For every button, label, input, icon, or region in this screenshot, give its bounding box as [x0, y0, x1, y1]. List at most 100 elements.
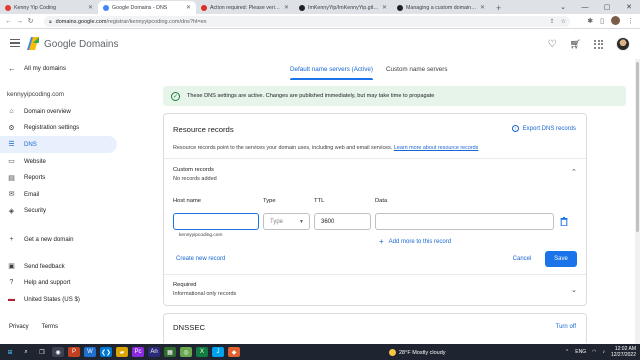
type-select[interactable]: Type ▼	[263, 213, 310, 230]
youtube-favicon-icon	[5, 4, 11, 11]
powerpoint-app-icon[interactable]: P	[68, 347, 80, 357]
delete-trash-icon[interactable]	[560, 217, 568, 226]
clock-date: 12/27/2022	[610, 352, 636, 358]
tab-default-name-servers[interactable]: Default name servers (Active)	[290, 59, 373, 80]
sidebar-item-reports[interactable]: ▤ Reports	[0, 169, 117, 186]
browser-tab[interactable]: Action required: Please verify yo... ✕	[196, 1, 294, 14]
get-new-domain-link[interactable]: + Get a new domain	[0, 231, 117, 248]
extensions-icon[interactable]: ✱	[587, 17, 593, 25]
close-tab-icon[interactable]: ✕	[480, 4, 485, 11]
vscode-app-icon[interactable]: ❮❯	[100, 347, 112, 357]
send-feedback-link[interactable]: ▣ Send feedback	[0, 258, 117, 275]
minecraft-app-icon[interactable]: ▦	[164, 347, 176, 357]
favorites-heart-icon[interactable]: ♡	[548, 39, 557, 50]
chevron-up-icon[interactable]: ⌃	[571, 168, 577, 176]
all-domains-link[interactable]: ← All my domains	[8, 64, 66, 73]
browser-tab[interactable]: ImKennyYip/ImKennyYip.github... ✕	[294, 1, 392, 14]
domain-name: kennyyipcoding.com	[7, 91, 65, 98]
sidebar-item-domain-overview[interactable]: ⌂ Domain overview	[0, 103, 117, 120]
lock-icon[interactable]: 🔒︎	[49, 19, 52, 25]
chevron-down-icon[interactable]: ⌄	[571, 286, 577, 294]
sidebar-item-email[interactable]: ✉ Email	[0, 186, 117, 203]
browser-tab-active[interactable]: Google Domains - DNS ✕	[98, 1, 196, 14]
terms-link[interactable]: Terms	[42, 324, 58, 330]
chevron-up-icon[interactable]: ⌃	[565, 349, 569, 355]
divider	[164, 158, 586, 159]
hamburger-menu-icon[interactable]	[10, 39, 20, 47]
help-icon: ?	[9, 279, 14, 287]
cancel-button[interactable]: Cancel	[503, 251, 541, 267]
us-flag-icon: ▬	[8, 295, 15, 303]
address-bar[interactable]: 🔒︎ domains.google.com/registrar/kennyyip…	[44, 16, 570, 27]
card-description: Resource records point to the services y…	[173, 145, 478, 151]
new-tab-button[interactable]: +	[490, 1, 507, 14]
profile-avatar[interactable]	[611, 16, 620, 25]
sidebar-footer: Privacy Terms	[9, 324, 58, 330]
more-menu-icon[interactable]: ⋮	[627, 17, 634, 25]
github-favicon-icon	[397, 4, 403, 11]
account-avatar[interactable]	[616, 37, 630, 51]
tab-custom-name-servers[interactable]: Custom name servers	[386, 59, 448, 80]
file-explorer-icon[interactable]: ▰	[116, 347, 128, 357]
tab-title: Action required: Please verify yo...	[210, 4, 281, 11]
learn-more-link[interactable]: Learn more about resource records	[394, 145, 479, 151]
brand-name[interactable]: Google Domains	[44, 39, 119, 50]
sidebar-item-registration-settings[interactable]: ⚙ Registration settings	[0, 120, 117, 137]
add-more-to-record-button[interactable]: + Add more to this record	[379, 237, 451, 246]
close-tab-icon[interactable]: ✕	[186, 4, 191, 11]
country-selector[interactable]: ▬ United States (US $)	[0, 291, 117, 308]
close-tab-icon[interactable]: ✕	[382, 4, 387, 11]
check-circle-icon: ✓	[171, 91, 180, 101]
browser-tab[interactable]: Managing a custom domain for ... ✕	[392, 1, 490, 14]
create-new-record-button[interactable]: Create new record	[176, 256, 225, 262]
java-app-icon[interactable]: J	[212, 347, 224, 357]
host-name-input[interactable]	[173, 213, 259, 230]
browser-tab[interactable]: Kenny Yip Coding ✕	[0, 1, 98, 14]
privacy-link[interactable]: Privacy	[9, 324, 29, 330]
language-indicator[interactable]: ENG	[575, 349, 586, 355]
save-button[interactable]: Save	[545, 251, 577, 267]
sidebar-item-dns[interactable]: ☰ DNS	[0, 136, 117, 153]
search-icon[interactable]: ⌕	[20, 347, 32, 357]
chevron-down-icon[interactable]: ⌄	[552, 0, 574, 14]
git-app-icon[interactable]: ◆	[228, 347, 240, 357]
sidebar-item-label: Website	[24, 157, 46, 165]
close-window-icon[interactable]: ✕	[618, 0, 640, 14]
volume-icon[interactable]: ♪	[602, 349, 605, 355]
export-dns-records-button[interactable]: ↑ Export DNS records	[511, 125, 576, 132]
android-studio-icon[interactable]: ◎	[180, 347, 192, 357]
excel-app-icon[interactable]: X	[196, 347, 208, 357]
back-icon[interactable]: ←	[3, 18, 14, 25]
cart-icon[interactable]: 🛒︎	[570, 39, 581, 50]
ttl-input[interactable]: 3600	[314, 213, 371, 230]
pycharm-app-icon[interactable]: Pc	[132, 347, 144, 357]
close-tab-icon[interactable]: ✕	[88, 4, 93, 11]
windows-start-icon[interactable]: ⊞	[4, 347, 16, 357]
minimize-icon[interactable]: —	[574, 0, 596, 14]
reports-icon: ▤	[8, 174, 15, 182]
maximize-icon[interactable]: ▢	[596, 0, 618, 14]
bookmark-star-icon[interactable]: ☆	[561, 18, 566, 25]
weather-text: 28°F Mostly cloudy	[399, 349, 446, 356]
reload-icon[interactable]: ↻	[25, 17, 36, 25]
wifi-icon[interactable]: ◠	[592, 349, 596, 355]
data-input[interactable]	[375, 213, 554, 230]
sidebar-item-website[interactable]: ▭ Website	[0, 153, 117, 170]
turn-off-dnssec-button[interactable]: Turn off	[556, 324, 576, 330]
forward-icon[interactable]: →	[14, 18, 25, 25]
clock[interactable]: 12:02 AM 12/27/2022	[611, 346, 636, 358]
apps-grid-icon[interactable]	[594, 39, 603, 49]
word-app-icon[interactable]: W	[84, 347, 96, 357]
chrome-app-icon[interactable]: ◉	[52, 347, 64, 357]
task-view-icon[interactable]: ❐	[36, 347, 48, 357]
get-domain-nav: + Get a new domain	[0, 231, 118, 248]
sidebar-toggle-icon[interactable]: ▯	[600, 17, 604, 25]
sidebar-item-security[interactable]: ◈ Security	[0, 203, 117, 220]
close-tab-icon[interactable]: ✕	[284, 4, 289, 11]
share-icon[interactable]: ⇪	[550, 18, 555, 25]
scrollbar-thumb[interactable]	[636, 62, 639, 232]
weather-widget[interactable]: 28°F Mostly cloudy	[389, 349, 446, 356]
sidebar: ← All my domains kennyyipcoding.com ⌂ Dom…	[0, 59, 118, 344]
animate-app-icon[interactable]: An	[148, 347, 160, 357]
help-support-link[interactable]: ? Help and support	[0, 275, 117, 292]
